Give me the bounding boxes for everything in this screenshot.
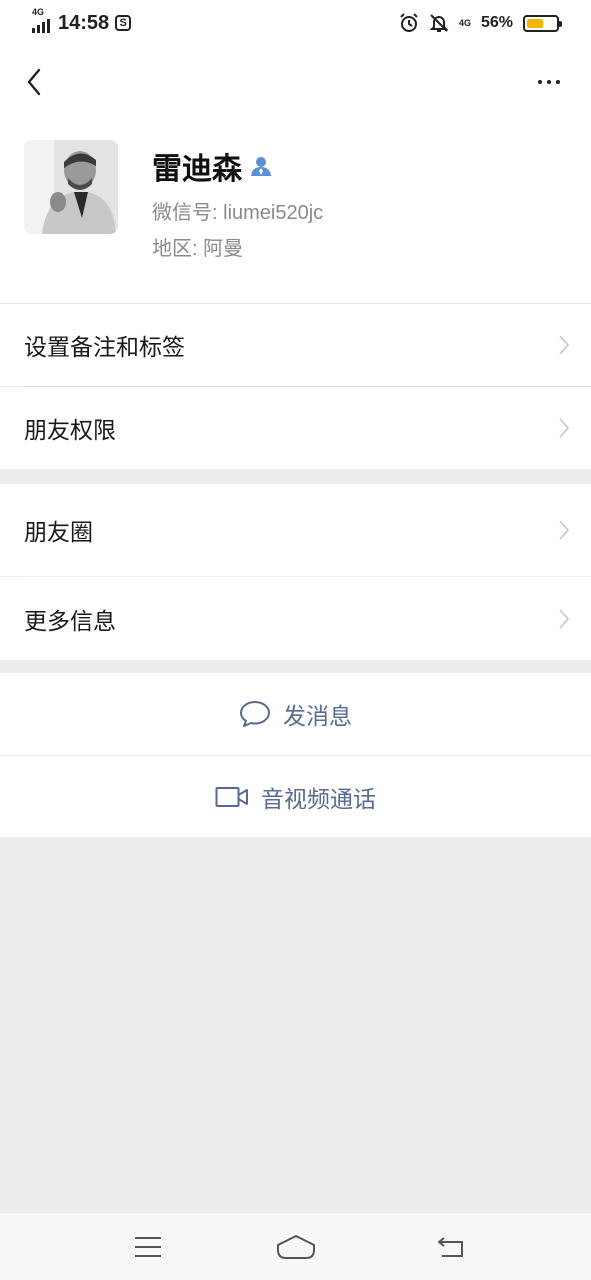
status-bar: 4G 14:58 S 4G 56% [0,0,591,46]
back-nav-button[interactable] [421,1227,481,1267]
system-nav-bar [0,1212,591,1280]
status-right: 4G 56% [399,10,562,36]
battery-percent: 56% [480,14,513,31]
chevron-right-icon [559,608,569,629]
battery-fill [527,18,543,28]
menu-more-info[interactable]: 更多信息 [0,577,591,660]
home-nav-button[interactable] [266,1227,326,1267]
app-notification-icon: S [115,15,132,31]
wechat-id: 微信号: liumei520jc [152,196,323,225]
send-message-label: 发消息 [283,703,352,729]
return-icon [438,1237,463,1257]
avatar[interactable] [24,140,118,234]
avatar-photo [24,140,118,234]
home-icon [277,1235,315,1259]
more-button[interactable] [527,62,571,102]
chat-bubble-icon [240,701,270,727]
top-nav [0,46,591,118]
network-type: 4G [32,7,45,17]
menu-friend-permissions-label: 朋友权限 [24,417,116,443]
battery-icon [523,14,562,32]
contact-name: 雷迪森 [152,153,242,186]
back-chevron-icon [27,68,41,96]
menu-remark-tags[interactable]: 设置备注和标签 [0,304,591,386]
send-message-button[interactable]: 发消息 [0,673,591,755]
region-value: 阿曼 [203,238,244,260]
video-call-label: 音视频通话 [261,785,376,812]
chevron-right-icon [559,418,569,438]
video-camera-icon [215,786,248,807]
contact-person-icon [251,157,271,176]
menu-more-info-label: 更多信息 [24,607,116,634]
video-call-button[interactable]: 音视频通话 [0,756,591,837]
chevron-right-icon [559,335,569,355]
network-type-right: 4G [458,17,471,28]
region: 地区: 阿曼 [152,232,243,261]
clock: 14:58 [58,11,110,34]
menu-moments[interactable]: 朋友圈 [0,484,591,576]
menu-friend-permissions[interactable]: 朋友权限 [0,387,591,469]
signal-icon [32,19,50,33]
region-label: 地区: [152,238,204,260]
menu-moments-label: 朋友圈 [24,519,93,545]
menu-nav-button[interactable] [118,1227,178,1267]
name-row: 雷迪森 [152,144,272,188]
wechat-id-value: liumei520jc [223,202,324,224]
chevron-right-icon [559,520,569,540]
menu-remark-tags-label: 设置备注和标签 [24,334,185,360]
alarm-icon [400,13,418,32]
wechat-id-label: 微信号: [152,202,224,224]
back-button[interactable] [14,62,54,102]
menu-lines-icon [135,1237,161,1257]
more-dots-icon [538,80,542,84]
bell-off-icon [429,14,449,32]
profile-card: 雷迪森 微信号: liumei520jc 地区: 阿曼 [0,118,591,303]
status-left: 4G 14:58 S [32,7,132,36]
